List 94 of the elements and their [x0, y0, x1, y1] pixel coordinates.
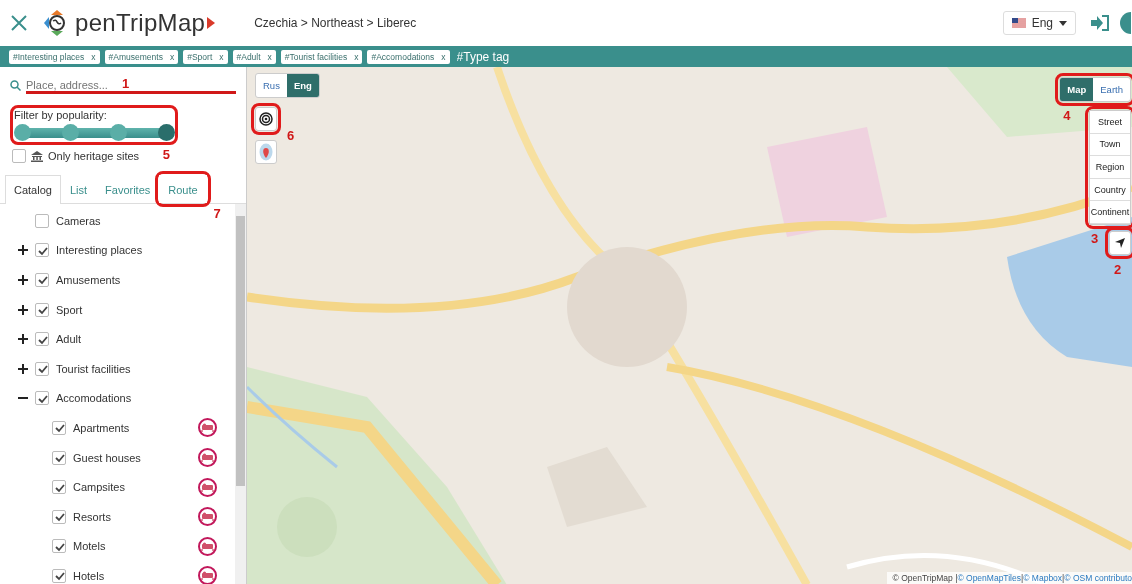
tag-chip[interactable]: #Tourist facilities x — [280, 49, 363, 64]
building-icon — [31, 150, 43, 162]
bed-icon — [198, 507, 217, 527]
check-icon — [53, 452, 65, 464]
tag-chip[interactable]: #Amusements x — [104, 49, 179, 64]
category-label[interactable]: Adult — [56, 333, 82, 346]
checkbox[interactable] — [35, 213, 49, 228]
check-icon — [53, 511, 65, 523]
category-label[interactable]: Guest houses — [73, 451, 141, 464]
target-icon — [259, 112, 273, 126]
attribution-text: | — [1062, 573, 1065, 583]
annotation-number: 7 — [213, 207, 221, 220]
caret-icon — [1059, 20, 1067, 26]
login-icon[interactable] — [1090, 14, 1110, 32]
checkbox[interactable] — [52, 509, 66, 524]
category-label[interactable]: Accomodations — [56, 392, 132, 405]
map-type-toggle[interactable]: Earth — [1093, 78, 1130, 101]
locate-button[interactable] — [1109, 231, 1131, 255]
pin-icon — [259, 143, 273, 161]
zoom-level-button[interactable]: Continent — [1090, 201, 1130, 224]
zoom-level-button[interactable]: Region — [1090, 156, 1130, 179]
checkbox[interactable] — [52, 420, 66, 435]
category-label[interactable]: Sport — [56, 303, 83, 316]
annotation-number: 1 — [122, 77, 130, 90]
bed-icon — [198, 536, 217, 556]
checkbox[interactable] — [52, 480, 66, 495]
zoom-level-button[interactable]: Country — [1090, 178, 1130, 202]
heatmap-button[interactable] — [255, 140, 277, 164]
annotation-number: 6 — [287, 129, 295, 142]
language-toggle[interactable]: Rus — [256, 74, 287, 97]
radius-button[interactable] — [255, 107, 277, 131]
expand-icon[interactable] — [18, 304, 28, 315]
breadcrumb[interactable]: Czechia > Northeast > Liberec — [254, 16, 417, 30]
attribution-link[interactable]: © OSM contributo — [1064, 573, 1132, 583]
tag-input[interactable]: #Type tag — [454, 49, 577, 64]
checkbox[interactable] — [12, 149, 26, 163]
tag-chip[interactable]: #Interesting places x — [9, 49, 100, 64]
category-label[interactable]: Cameras — [56, 214, 101, 227]
annotation-number: 5 — [162, 148, 170, 161]
language-select[interactable]: Eng — [1002, 11, 1076, 35]
help-icon[interactable] — [1120, 12, 1132, 34]
app-logo[interactable]: penTripMap — [75, 9, 206, 37]
map-type-toggle[interactable]: Map — [1060, 78, 1094, 101]
bed-icon — [198, 418, 217, 438]
category-label[interactable]: Apartments — [73, 421, 130, 434]
category-label[interactable]: Tourist facilities — [56, 362, 131, 375]
check-icon — [53, 422, 65, 434]
heritage-label: Only heritage sites — [48, 150, 140, 162]
checkbox[interactable] — [52, 568, 66, 583]
check-icon — [36, 363, 48, 375]
category-label[interactable]: Interesting places — [56, 244, 143, 257]
category-label[interactable]: Motels — [73, 540, 106, 553]
flag-icon — [1011, 18, 1026, 28]
check-icon — [36, 304, 48, 316]
checkbox[interactable] — [52, 539, 66, 554]
category-label[interactable]: Amusements — [56, 274, 121, 286]
expand-icon[interactable] — [18, 245, 28, 256]
tag-chip[interactable]: #Accomodations x — [367, 49, 450, 64]
bed-icon — [198, 477, 217, 497]
tag-chip[interactable]: #Adult x — [232, 49, 276, 64]
expand-icon[interactable] — [18, 363, 28, 374]
filter-label: Filter by popularity: — [14, 109, 108, 121]
search-icon — [10, 79, 21, 91]
category-label[interactable]: Campsites — [73, 481, 125, 494]
tab[interactable]: Catalog — [5, 175, 61, 204]
checkbox[interactable] — [52, 450, 66, 465]
annotation-number: 4 — [1063, 109, 1071, 122]
checkbox[interactable] — [35, 273, 49, 287]
category-label[interactable]: Hotels — [73, 569, 105, 582]
zoom-level-button[interactable]: Town — [1090, 133, 1130, 157]
popularity-slider[interactable] — [14, 124, 174, 141]
zoom-level-button[interactable]: Street — [1090, 111, 1130, 134]
check-icon — [36, 274, 48, 286]
expand-icon[interactable] — [18, 334, 28, 345]
category-label[interactable]: Resorts — [73, 510, 111, 523]
attribution-text: | — [1021, 573, 1024, 583]
tag-chip[interactable]: #Sport x — [183, 49, 228, 64]
language-toggle[interactable]: Eng — [286, 74, 319, 97]
checkbox[interactable] — [35, 361, 49, 376]
attribution-text: © OpenTripMap | — [892, 573, 958, 583]
tab[interactable]: Route — [159, 175, 207, 203]
checkbox[interactable] — [35, 302, 49, 317]
bed-icon — [198, 448, 217, 468]
expand-icon[interactable] — [18, 275, 28, 285]
close-icon[interactable] — [10, 14, 28, 32]
checkbox[interactable] — [35, 391, 49, 406]
check-icon — [53, 570, 65, 582]
checkbox[interactable] — [35, 332, 49, 347]
checkbox[interactable] — [35, 243, 49, 258]
annotation-number: 2 — [1114, 263, 1122, 276]
scrollbar[interactable] — [235, 204, 246, 584]
annotation-number: 3 — [1091, 231, 1099, 245]
navigation-arrow-icon — [1114, 237, 1126, 249]
arrow-logo-icon — [206, 16, 217, 30]
